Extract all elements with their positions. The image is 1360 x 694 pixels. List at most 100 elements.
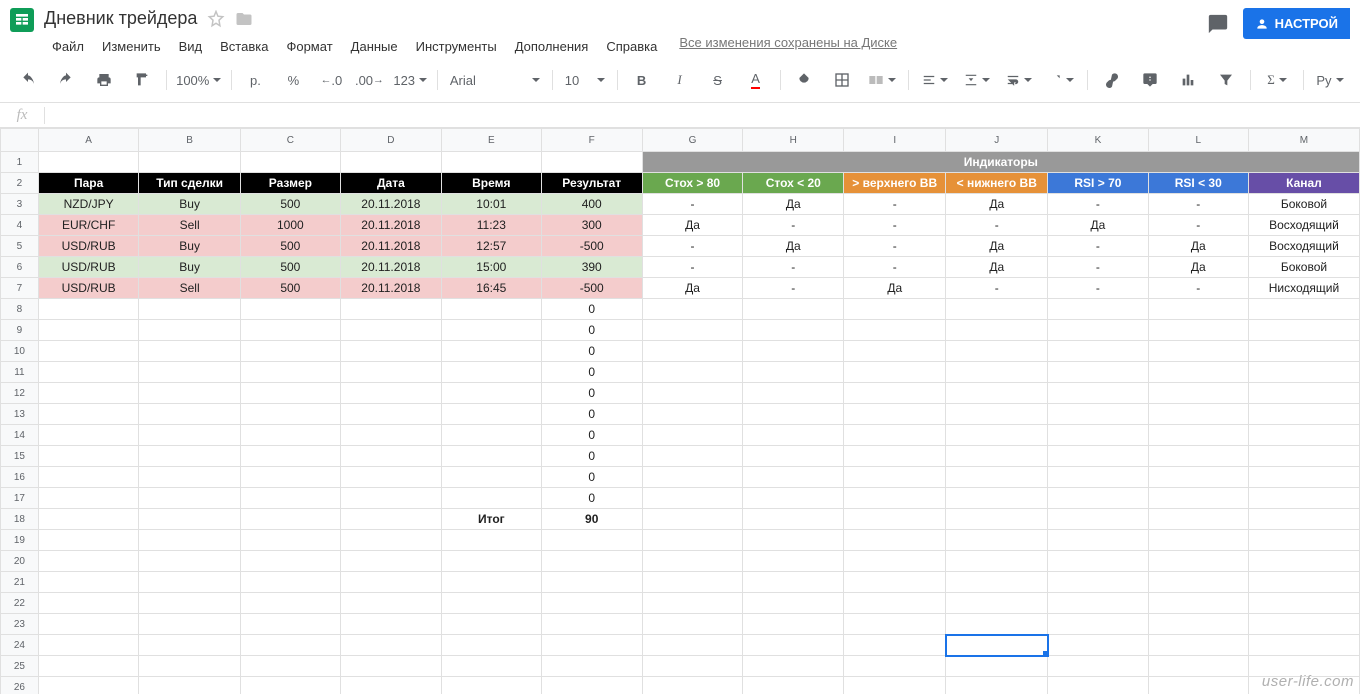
cell-F21[interactable]	[541, 572, 642, 593]
table-cell[interactable]: Да	[946, 257, 1048, 278]
table-cell[interactable]: 300	[541, 215, 642, 236]
cell-D23[interactable]	[340, 614, 441, 635]
table-cell[interactable]: Боковой	[1248, 194, 1359, 215]
cell-D25[interactable]	[340, 656, 441, 677]
table-cell[interactable]: USD/RUB	[38, 257, 139, 278]
cell-B23[interactable]	[139, 614, 240, 635]
fill-color-button[interactable]	[786, 67, 822, 93]
cell-E22[interactable]	[441, 593, 541, 614]
cell-L26[interactable]	[1148, 677, 1248, 694]
italic-button[interactable]: I	[662, 67, 698, 93]
bold-button[interactable]: B	[624, 67, 660, 93]
table-cell[interactable]: 20.11.2018	[340, 215, 441, 236]
cell-D26[interactable]	[340, 677, 441, 694]
comments-icon[interactable]	[1205, 11, 1231, 37]
table-cell[interactable]: -	[642, 194, 743, 215]
table-cell[interactable]: 500	[240, 236, 340, 257]
table-cell[interactable]: -	[844, 257, 946, 278]
table-cell[interactable]: -	[1148, 215, 1248, 236]
cell-D22[interactable]	[340, 593, 441, 614]
cell-M22[interactable]	[1248, 593, 1359, 614]
cell-B25[interactable]	[139, 656, 240, 677]
col-H[interactable]: H	[743, 129, 844, 152]
table-cell[interactable]: -	[844, 194, 946, 215]
cell-J22[interactable]	[946, 593, 1048, 614]
cell-I24[interactable]	[844, 635, 946, 656]
table-cell[interactable]: 500	[240, 278, 340, 299]
table-cell[interactable]: -	[1148, 194, 1248, 215]
cell-A25[interactable]	[38, 656, 139, 677]
cell-D21[interactable]	[340, 572, 441, 593]
cell-E20[interactable]	[441, 551, 541, 572]
cell-B20[interactable]	[139, 551, 240, 572]
row-16[interactable]: 16	[1, 467, 39, 488]
currency-button[interactable]: р.	[237, 67, 273, 93]
cell-L20[interactable]	[1148, 551, 1248, 572]
rotate-button[interactable]	[1041, 67, 1081, 93]
menu-изменить[interactable]: Изменить	[94, 35, 169, 58]
font-size-select[interactable]: 10	[559, 67, 611, 93]
table-cell[interactable]: Да	[1048, 215, 1148, 236]
formula-input[interactable]	[45, 103, 1360, 127]
table-cell[interactable]: 11:23	[441, 215, 541, 236]
total-value[interactable]: 90	[541, 509, 642, 530]
table-cell[interactable]: -	[743, 257, 844, 278]
cell-C23[interactable]	[240, 614, 340, 635]
cell-H20[interactable]	[743, 551, 844, 572]
menu-справка[interactable]: Справка	[598, 35, 665, 58]
table-cell[interactable]: 20.11.2018	[340, 236, 441, 257]
cell-B26[interactable]	[139, 677, 240, 694]
row-18[interactable]: 18	[1, 509, 39, 530]
table-cell[interactable]: 1000	[240, 215, 340, 236]
table-cell[interactable]: 12:57	[441, 236, 541, 257]
menu-файл[interactable]: Файл	[44, 35, 92, 58]
font-select[interactable]: Arial	[444, 67, 546, 93]
table-cell[interactable]: -	[1048, 194, 1148, 215]
table-cell[interactable]: 20.11.2018	[340, 194, 441, 215]
cell-B22[interactable]	[139, 593, 240, 614]
cell-G22[interactable]	[642, 593, 743, 614]
cell-A23[interactable]	[38, 614, 139, 635]
table-cell[interactable]: -	[642, 257, 743, 278]
cell-L22[interactable]	[1148, 593, 1248, 614]
cell-I23[interactable]	[844, 614, 946, 635]
chart-button[interactable]	[1170, 67, 1206, 93]
cell-E23[interactable]	[441, 614, 541, 635]
table-cell[interactable]: 20.11.2018	[340, 257, 441, 278]
row-24[interactable]: 24	[1, 635, 39, 656]
cell-M23[interactable]	[1248, 614, 1359, 635]
increase-decimal-button[interactable]: .00→	[351, 67, 387, 93]
share-button[interactable]: НАСТРОЙ	[1243, 8, 1350, 39]
col-G[interactable]: G	[642, 129, 743, 152]
col-E[interactable]: E	[441, 129, 541, 152]
row-7[interactable]: 7	[1, 278, 39, 299]
cell-I19[interactable]	[844, 530, 946, 551]
cell-G23[interactable]	[642, 614, 743, 635]
row-13[interactable]: 13	[1, 404, 39, 425]
cell-D24[interactable]	[340, 635, 441, 656]
borders-button[interactable]	[824, 67, 860, 93]
valign-button[interactable]	[957, 67, 997, 93]
table-cell[interactable]: Да	[946, 236, 1048, 257]
cell-A24[interactable]	[38, 635, 139, 656]
cell-L24[interactable]	[1148, 635, 1248, 656]
print-button[interactable]	[86, 67, 122, 93]
cell-K22[interactable]	[1048, 593, 1148, 614]
table-cell[interactable]: USD/RUB	[38, 278, 139, 299]
total-label[interactable]: Итог	[441, 509, 541, 530]
cell-A20[interactable]	[38, 551, 139, 572]
text-color-button[interactable]: A	[738, 67, 774, 93]
col-A[interactable]: A	[38, 129, 139, 152]
filter-button[interactable]	[1208, 67, 1244, 93]
table-cell[interactable]: Да	[1148, 236, 1248, 257]
sigma-button[interactable]: Σ	[1257, 67, 1297, 93]
row-9[interactable]: 9	[1, 320, 39, 341]
table-cell[interactable]: Sell	[139, 215, 240, 236]
table-cell[interactable]: Нисходящий	[1248, 278, 1359, 299]
cell-F23[interactable]	[541, 614, 642, 635]
table-cell[interactable]: Да	[844, 278, 946, 299]
table-cell[interactable]: Buy	[139, 236, 240, 257]
cell-J26[interactable]	[946, 677, 1048, 694]
cell-C24[interactable]	[240, 635, 340, 656]
cell-I21[interactable]	[844, 572, 946, 593]
